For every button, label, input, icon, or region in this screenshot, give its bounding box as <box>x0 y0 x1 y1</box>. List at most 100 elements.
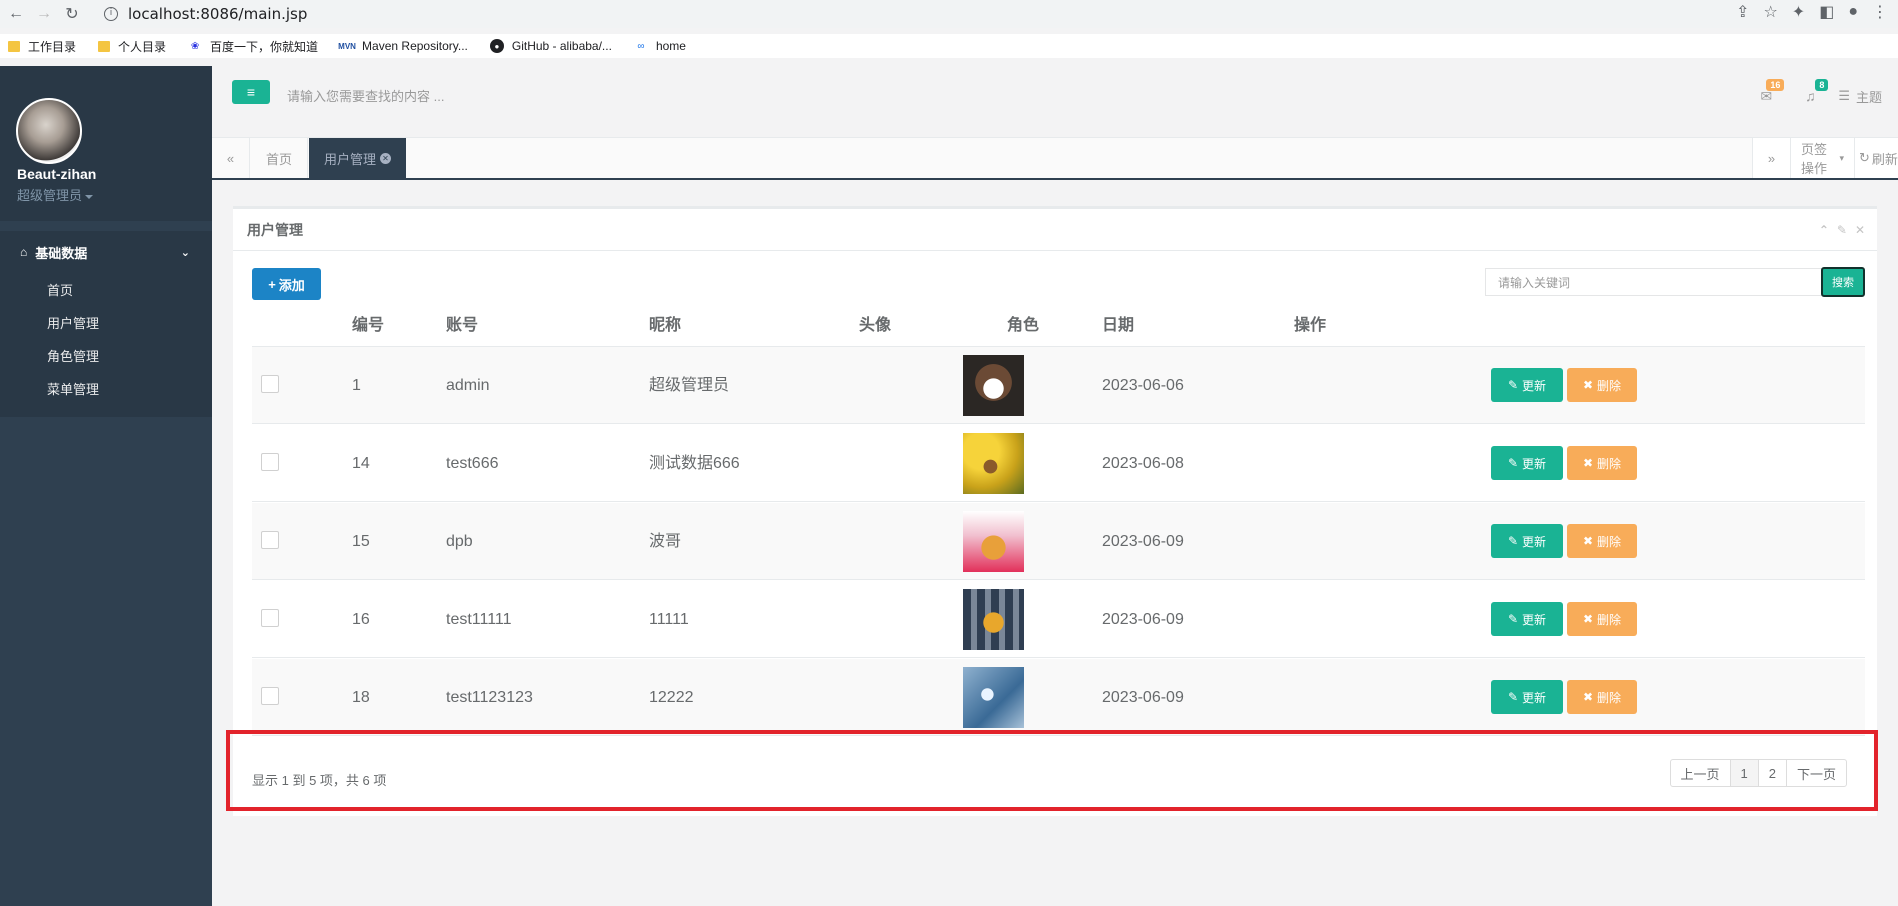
user-name: Beaut-zihan <box>17 166 97 182</box>
menu-group-header[interactable]: ⌂ 基础数据 ⌄ <box>0 231 212 273</box>
forward-arrow-icon[interactable]: → <box>32 2 56 26</box>
site-info-icon[interactable]: i <box>104 7 118 21</box>
bookmark-label: 工作目录 <box>28 39 77 54</box>
bookmark-label: GitHub - alibaba/... <box>511 39 612 53</box>
update-button[interactable]: ✎ 更新 <box>1491 680 1563 714</box>
table-row: 16 test11111 11111 2023-06-09 ✎ 更新 ✖ 删除 <box>252 581 1865 658</box>
column-header-nickname[interactable]: 昵称 <box>649 305 681 347</box>
tab-operations-dropdown[interactable]: 页签操作 ▾ <box>1790 138 1854 178</box>
sidepanel-icon[interactable]: ◧ <box>1819 2 1834 22</box>
extensions-icon[interactable]: ✦ <box>1792 2 1805 22</box>
update-button[interactable]: ✎ 更新 <box>1491 602 1563 636</box>
notifications-button[interactable]: ♫ 8 <box>1788 79 1832 104</box>
user-role-dropdown[interactable]: 超级管理员 <box>17 185 94 204</box>
bookmark-label: 个人目录 <box>118 39 167 54</box>
row-checkbox[interactable] <box>261 531 279 549</box>
profile-icon[interactable]: ● <box>1848 3 1858 21</box>
row-checkbox[interactable] <box>261 687 279 705</box>
avatar[interactable] <box>16 98 82 164</box>
tabs-scroll-right-button[interactable]: » <box>1752 138 1790 178</box>
back-arrow-icon[interactable]: ← <box>4 2 28 26</box>
reload-icon[interactable]: ↻ <box>60 2 84 26</box>
delete-button[interactable]: ✖ 删除 <box>1567 446 1637 480</box>
sidebar-item-roles[interactable]: 角色管理 <box>0 339 212 372</box>
avatar-thumbnail <box>963 433 1024 494</box>
tab-home[interactable]: 首页 <box>251 138 309 178</box>
bookmark-item[interactable]: ❀ 百度一下，你就知道 <box>188 38 318 55</box>
bookmark-item[interactable]: ● GitHub - alibaba/... <box>489 39 612 53</box>
column-header-avatar[interactable]: 头像 <box>859 305 891 347</box>
bell-count-badge: 8 <box>1815 79 1829 91</box>
github-icon: ● <box>489 39 504 53</box>
row-checkbox[interactable] <box>261 453 279 471</box>
cell-date: 2023-06-09 <box>1102 611 1184 628</box>
url-text: localhost:8086/main.jsp <box>128 5 308 23</box>
update-button[interactable]: ✎ 更新 <box>1491 368 1563 402</box>
address-bar[interactable]: i localhost:8086/main.jsp <box>104 2 307 26</box>
refresh-label: 刷新 <box>1871 151 1898 167</box>
maven-icon: MVN <box>338 41 356 51</box>
avatar-thumbnail <box>963 355 1024 416</box>
highlight-annotation-box <box>226 730 1878 811</box>
row-checkbox[interactable] <box>261 609 279 627</box>
cell-account: test1123123 <box>446 689 533 706</box>
bookmark-item[interactable]: ∞ home <box>634 39 686 53</box>
refresh-tab-button[interactable]: ↻ 刷新 <box>1854 138 1898 178</box>
global-search-input[interactable]: 请输入您需要查找的内容 ... <box>287 86 444 105</box>
cell-nickname: 11111 <box>649 611 689 628</box>
update-label: 更新 <box>1522 456 1547 471</box>
cell-id: 1 <box>352 377 361 394</box>
column-header-date[interactable]: 日期 <box>1102 305 1134 347</box>
delete-button[interactable]: ✖ 删除 <box>1567 524 1637 558</box>
sidebar-toggle-button[interactable]: ≡ <box>232 80 270 104</box>
times-icon: ✖ <box>1582 534 1594 548</box>
update-label: 更新 <box>1522 612 1547 627</box>
sidebar-item-users[interactable]: 用户管理 <box>0 306 212 339</box>
home-icon: ⌂ <box>20 245 28 259</box>
chevron-down-icon: ⌄ <box>180 246 190 259</box>
update-label: 更新 <box>1522 378 1547 393</box>
delete-label: 删除 <box>1597 456 1622 471</box>
delete-button[interactable]: ✖ 删除 <box>1567 602 1637 636</box>
delete-button[interactable]: ✖ 删除 <box>1567 680 1637 714</box>
close-icon[interactable]: ✕ <box>380 152 392 164</box>
collapse-icon[interactable]: ⌃ <box>1819 223 1829 237</box>
sidebar-item-home[interactable]: 首页 <box>0 273 212 306</box>
cell-id: 18 <box>352 689 370 706</box>
refresh-icon: ↻ <box>1859 150 1870 165</box>
row-checkbox[interactable] <box>261 375 279 393</box>
sidebar-item-menus[interactable]: 菜单管理 <box>0 372 212 405</box>
column-header-account[interactable]: 账号 <box>446 305 478 347</box>
tabs-scroll-left-button[interactable]: « <box>212 138 250 178</box>
cell-date: 2023-06-09 <box>1102 533 1184 550</box>
messages-button[interactable]: ✉ 16 <box>1744 78 1788 105</box>
cell-nickname: 波哥 <box>649 533 682 550</box>
close-panel-icon[interactable]: ✕ <box>1855 223 1865 237</box>
mail-count-badge: 16 <box>1766 78 1785 91</box>
delete-button[interactable]: ✖ 删除 <box>1567 368 1637 402</box>
tab-ops-label: 页签操作 <box>1801 142 1828 176</box>
add-user-button[interactable]: + 添加 <box>252 268 321 300</box>
menu-group-basic-data: ⌂ 基础数据 ⌄ 首页 用户管理 角色管理 菜单管理 <box>0 231 212 417</box>
column-header-id[interactable]: 编号 <box>352 305 384 347</box>
avatar-thumbnail <box>963 667 1024 728</box>
update-button[interactable]: ✎ 更新 <box>1491 446 1563 480</box>
cell-nickname: 12222 <box>649 689 694 706</box>
column-header-role[interactable]: 角色 <box>1007 305 1039 347</box>
share-icon[interactable]: ⇪ <box>1736 2 1749 22</box>
search-button[interactable]: 搜索 <box>1821 267 1865 297</box>
tab-user-management[interactable]: 用户管理 ✕ <box>309 138 407 178</box>
star-icon[interactable]: ☆ <box>1763 2 1777 22</box>
menu-dots-icon[interactable]: ⋮ <box>1872 2 1888 22</box>
keyword-search-input[interactable]: 请输入关键词 <box>1485 268 1825 296</box>
update-button[interactable]: ✎ 更新 <box>1491 524 1563 558</box>
theme-button[interactable]: ☰ 主题 <box>1838 87 1898 106</box>
bookmark-item[interactable]: MVN Maven Repository... <box>338 39 468 53</box>
avatar-thumbnail <box>963 511 1024 572</box>
bookmark-label: home <box>655 39 686 53</box>
wrench-icon[interactable]: ✎ <box>1837 223 1847 237</box>
bookmark-item[interactable]: 工作目录 <box>8 38 76 55</box>
page-tabs: « 首页 用户管理 ✕ » 页签操作 ▾ ↻ 刷新 <box>212 138 1898 180</box>
times-icon: ✖ <box>1582 378 1594 392</box>
bookmark-item[interactable]: 个人目录 <box>98 38 166 55</box>
